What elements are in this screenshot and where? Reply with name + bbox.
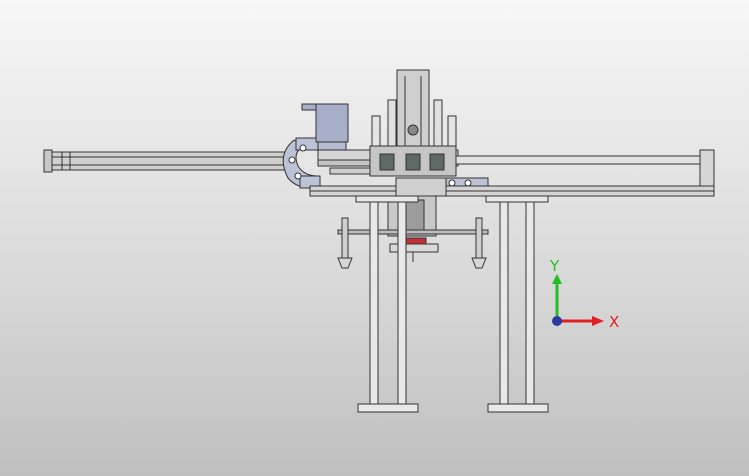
axis-origin-dot (552, 316, 562, 326)
left-arm-tube[interactable] (43, 149, 295, 173)
y-axis-arrowhead (552, 274, 562, 284)
x-axis-arrowhead (592, 316, 604, 326)
cad-viewport[interactable]: Y X (0, 0, 749, 476)
suction-cup-left (337, 217, 353, 269)
y-axis-label: Y (549, 257, 560, 275)
gripper-head[interactable] (387, 195, 439, 262)
assembly-model[interactable]: Y X (0, 0, 749, 476)
x-axis-label: X (609, 313, 619, 331)
coordinate-triad: Y X (549, 257, 619, 331)
suction-cup-right (471, 217, 487, 269)
lift-column[interactable] (371, 69, 457, 151)
support-leg-right[interactable] (485, 195, 549, 413)
